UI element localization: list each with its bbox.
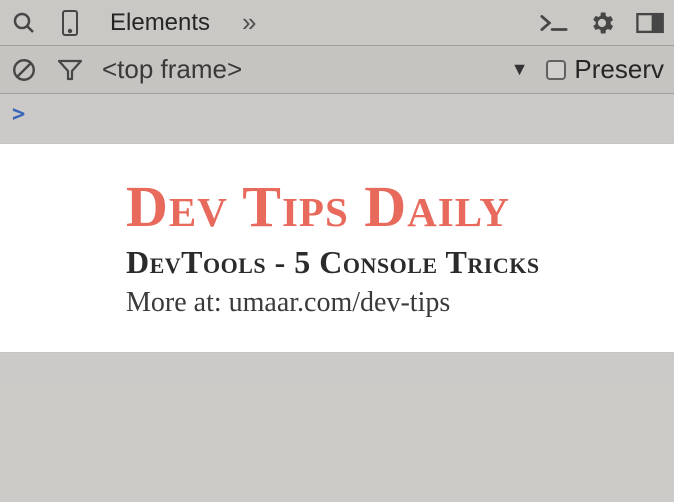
console-prompt: > bbox=[12, 102, 25, 127]
frame-selector[interactable]: <top frame> ▼ bbox=[102, 54, 528, 85]
title-card: Dev Tips Daily DevTools - 5 Console Tric… bbox=[0, 144, 674, 352]
elements-tab[interactable]: Elements bbox=[102, 9, 218, 37]
dropdown-caret-icon: ▼ bbox=[511, 59, 529, 80]
filter-icon[interactable] bbox=[56, 56, 84, 84]
frame-selector-label: <top frame> bbox=[102, 54, 242, 85]
device-mode-icon[interactable] bbox=[56, 9, 84, 37]
title-card-subtitle: DevTools - 5 Console Tricks bbox=[126, 244, 674, 281]
clear-console-icon[interactable] bbox=[10, 56, 38, 84]
title-card-heading: Dev Tips Daily bbox=[126, 178, 674, 236]
preserve-log-option[interactable]: Preserv bbox=[546, 54, 664, 85]
title-card-more: More at: umaar.com/dev-tips bbox=[126, 287, 674, 319]
search-icon[interactable] bbox=[10, 9, 38, 37]
toolbar-right-group bbox=[540, 9, 664, 37]
settings-gear-icon[interactable] bbox=[588, 9, 616, 37]
console-drawer-icon[interactable] bbox=[540, 9, 568, 37]
console-filter-bar: <top frame> ▼ Preserv bbox=[0, 46, 674, 94]
tabs-overflow-icon[interactable]: » bbox=[242, 7, 256, 38]
preserve-log-label: Preserv bbox=[574, 54, 664, 85]
dock-side-icon[interactable] bbox=[636, 9, 664, 37]
preserve-log-checkbox[interactable] bbox=[546, 60, 566, 80]
devtools-top-toolbar: Elements » bbox=[0, 0, 674, 46]
